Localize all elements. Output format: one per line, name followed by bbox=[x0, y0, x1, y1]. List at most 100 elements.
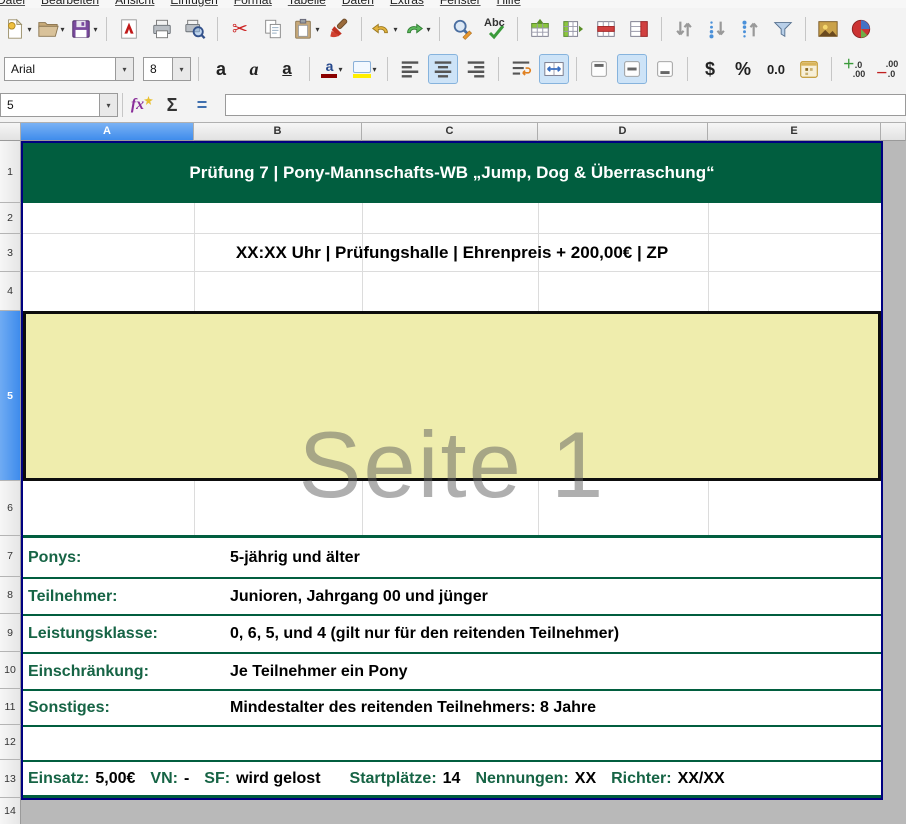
align-center-button[interactable] bbox=[428, 54, 458, 84]
highlight-color-button[interactable]: ▾ bbox=[350, 54, 380, 84]
menu-ansicht[interactable]: Ansicht bbox=[115, 0, 154, 7]
row-header-3[interactable]: 3 bbox=[0, 234, 21, 272]
chevron-down-icon: ▾ bbox=[426, 25, 430, 34]
paste-button[interactable]: ▾ bbox=[291, 14, 321, 44]
select-all-corner[interactable] bbox=[0, 123, 21, 141]
align-bottom-button[interactable] bbox=[650, 54, 680, 84]
title-cell[interactable]: Prüfung 7 | Pony-Mannschafts-WB „Jump, D… bbox=[23, 143, 881, 203]
menu-hilfe[interactable]: Hilfe bbox=[497, 0, 521, 7]
menu-format[interactable]: Format bbox=[234, 0, 272, 7]
undo-button[interactable]: ▾ bbox=[369, 14, 399, 44]
subtitle-cell[interactable]: XX:XX Uhr | Prüfungshalle | Ehrenpreis +… bbox=[23, 234, 881, 272]
empty-row[interactable] bbox=[23, 272, 881, 311]
row-header-2[interactable]: 2 bbox=[0, 203, 21, 234]
cut-button[interactable]: ✂ bbox=[225, 14, 255, 44]
function-wizard-button[interactable]: fx bbox=[127, 92, 157, 118]
delete-column-button[interactable] bbox=[624, 14, 654, 44]
italic-button[interactable]: a bbox=[239, 54, 269, 84]
info-row-ponys[interactable]: Ponys: 5-jährig und älter bbox=[23, 538, 881, 579]
menu-einfuegen[interactable]: Einfügen bbox=[170, 0, 217, 7]
row-header-1[interactable]: 1 bbox=[0, 141, 21, 203]
menu-bearbeiten[interactable]: Bearbeiten bbox=[41, 0, 99, 7]
row-header-4[interactable]: 4 bbox=[0, 272, 21, 311]
formula-bar: 5 ▾ fx Σ = bbox=[0, 88, 906, 123]
redo-button[interactable]: ▾ bbox=[402, 14, 432, 44]
formula-input[interactable] bbox=[225, 94, 906, 116]
find-replace-button[interactable] bbox=[447, 14, 477, 44]
chevron-down-icon[interactable]: ▾ bbox=[115, 58, 133, 80]
insert-row-button[interactable] bbox=[525, 14, 555, 44]
menu-fenster[interactable]: Fenster bbox=[440, 0, 481, 7]
merge-cells-button[interactable] bbox=[539, 54, 569, 84]
wrap-text-button[interactable] bbox=[506, 54, 536, 84]
row-header-6[interactable]: 6 bbox=[0, 481, 21, 536]
print-button[interactable] bbox=[147, 14, 177, 44]
column-header-e[interactable]: E bbox=[708, 123, 881, 141]
summary-row[interactable]: Einsatz:5,00€ VN:- SF:wird gelost Startp… bbox=[23, 762, 881, 798]
align-left-button[interactable] bbox=[395, 54, 425, 84]
column-header-f-partial[interactable] bbox=[881, 123, 906, 141]
column-header-d[interactable]: D bbox=[538, 123, 708, 141]
info-row-sonstiges[interactable]: Sonstiges: Mindestalter des reitenden Te… bbox=[23, 691, 881, 727]
column-header-a[interactable]: A bbox=[21, 123, 194, 141]
chevron-down-icon[interactable]: ▾ bbox=[172, 58, 190, 80]
font-name-select[interactable]: Arial ▾ bbox=[4, 57, 134, 81]
currency-format-button[interactable]: $ bbox=[695, 54, 725, 84]
column-header-c[interactable]: C bbox=[362, 123, 538, 141]
align-top-button[interactable] bbox=[584, 54, 614, 84]
bold-button[interactable]: a bbox=[206, 54, 236, 84]
empty-row[interactable] bbox=[23, 727, 881, 762]
row-header-12[interactable]: 12 bbox=[0, 725, 21, 760]
insert-chart-button[interactable] bbox=[846, 14, 876, 44]
highlighted-merged-cell[interactable] bbox=[23, 311, 881, 481]
row-header-10[interactable]: 10 bbox=[0, 652, 21, 689]
sort-button[interactable] bbox=[669, 14, 699, 44]
print-preview-button[interactable] bbox=[180, 14, 210, 44]
info-row-teilnehmer[interactable]: Teilnehmer: Junioren, Jahrgang 00 und jü… bbox=[23, 579, 881, 616]
save-button[interactable]: ▾ bbox=[69, 14, 99, 44]
font-size-select[interactable]: 8 ▾ bbox=[143, 57, 191, 81]
menu-datei[interactable]: Datei bbox=[0, 0, 25, 7]
equals-button[interactable]: = bbox=[187, 92, 217, 118]
info-row-leistungsklasse[interactable]: Leistungsklasse: 0, 6, 5, und 4 (gilt nu… bbox=[23, 616, 881, 654]
copy-button[interactable] bbox=[258, 14, 288, 44]
align-right-button[interactable] bbox=[461, 54, 491, 84]
clone-formatting-button[interactable] bbox=[324, 14, 354, 44]
delete-row-button[interactable] bbox=[591, 14, 621, 44]
chevron-down-icon[interactable]: ▾ bbox=[99, 94, 117, 116]
column-header-b[interactable]: B bbox=[194, 123, 362, 141]
empty-row[interactable] bbox=[23, 203, 881, 234]
menu-daten[interactable]: Daten bbox=[342, 0, 374, 7]
row-header-11[interactable]: 11 bbox=[0, 689, 21, 725]
insert-column-button[interactable] bbox=[558, 14, 588, 44]
sum-button[interactable]: Σ bbox=[157, 92, 187, 118]
info-row-einschraenkung[interactable]: Einschränkung: Je Teilnehmer ein Pony bbox=[23, 654, 881, 691]
name-box[interactable]: 5 ▾ bbox=[0, 93, 118, 117]
export-pdf-button[interactable] bbox=[114, 14, 144, 44]
autofilter-button[interactable] bbox=[768, 14, 798, 44]
number-format-button[interactable]: 0.0 bbox=[761, 54, 791, 84]
insert-image-button[interactable] bbox=[813, 14, 843, 44]
row-header-5[interactable]: 5 bbox=[0, 311, 21, 481]
menu-tabelle[interactable]: Tabelle bbox=[288, 0, 326, 7]
center-vertically-button[interactable] bbox=[617, 54, 647, 84]
open-button[interactable]: ▾ bbox=[36, 14, 66, 44]
row-header-9[interactable]: 9 bbox=[0, 614, 21, 652]
delete-decimal-button[interactable]: .00 －.0 bbox=[872, 54, 902, 84]
row-header-14[interactable]: 14 bbox=[0, 798, 21, 824]
row-header-7[interactable]: 7 bbox=[0, 536, 21, 577]
underline-button[interactable]: a bbox=[272, 54, 302, 84]
date-format-button[interactable] bbox=[794, 54, 824, 84]
percent-format-button[interactable]: % bbox=[728, 54, 758, 84]
sort-descending-button[interactable] bbox=[735, 14, 765, 44]
number-format-icon: 0.0 bbox=[767, 62, 785, 77]
font-color-button[interactable]: a ▾ bbox=[317, 54, 347, 84]
sort-ascending-button[interactable] bbox=[702, 14, 732, 44]
row-header-13[interactable]: 13 bbox=[0, 760, 21, 798]
empty-row[interactable] bbox=[23, 481, 881, 538]
menu-extras[interactable]: Extras bbox=[390, 0, 424, 7]
spelling-button[interactable]: Abc bbox=[480, 14, 510, 44]
new-document-button[interactable]: ▾ bbox=[3, 14, 33, 44]
add-decimal-button[interactable]: ＋+.0.0 .00 bbox=[839, 54, 869, 84]
row-header-8[interactable]: 8 bbox=[0, 577, 21, 614]
